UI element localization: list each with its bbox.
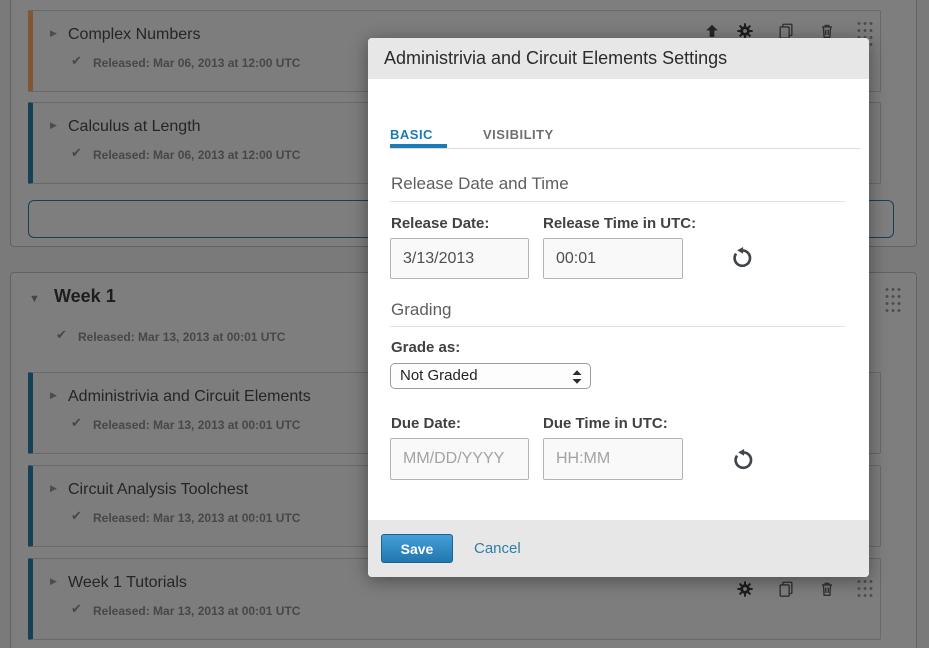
grade-as-value: Not Graded bbox=[400, 367, 478, 384]
release-reset-icon[interactable] bbox=[731, 246, 753, 268]
cancel-link[interactable]: Cancel bbox=[474, 540, 521, 557]
modal-title: Administrivia and Circuit Elements Setti… bbox=[368, 38, 869, 79]
release-time-input[interactable] bbox=[543, 238, 683, 279]
due-date-label: Due Date: bbox=[391, 415, 461, 432]
grade-as-select[interactable]: Not Graded bbox=[390, 363, 591, 389]
due-time-input[interactable] bbox=[543, 438, 683, 480]
modal-footer: Save Cancel bbox=[368, 520, 869, 577]
course-outline-page: ▶ Complex Numbers ✔ Released: Mar 06, 20… bbox=[0, 0, 929, 648]
release-date-label: Release Date: bbox=[391, 215, 489, 232]
due-reset-icon[interactable] bbox=[732, 448, 754, 470]
divider bbox=[390, 201, 845, 202]
due-date-input[interactable] bbox=[390, 438, 529, 480]
grading-section-heading: Grading bbox=[391, 300, 451, 320]
select-arrows-icon bbox=[568, 367, 586, 387]
tab-visibility[interactable]: VISIBILITY bbox=[483, 127, 554, 142]
grade-as-label: Grade as: bbox=[391, 339, 460, 356]
due-time-label: Due Time in UTC: bbox=[543, 415, 668, 432]
release-section-heading: Release Date and Time bbox=[391, 174, 569, 194]
release-date-input[interactable] bbox=[390, 238, 529, 279]
divider bbox=[390, 326, 845, 327]
tab-rule bbox=[390, 148, 860, 149]
tab-basic[interactable]: BASIC bbox=[390, 127, 433, 142]
release-time-label: Release Time in UTC: bbox=[543, 215, 696, 232]
settings-modal: Administrivia and Circuit Elements Setti… bbox=[368, 38, 869, 577]
save-button[interactable]: Save bbox=[381, 534, 453, 563]
